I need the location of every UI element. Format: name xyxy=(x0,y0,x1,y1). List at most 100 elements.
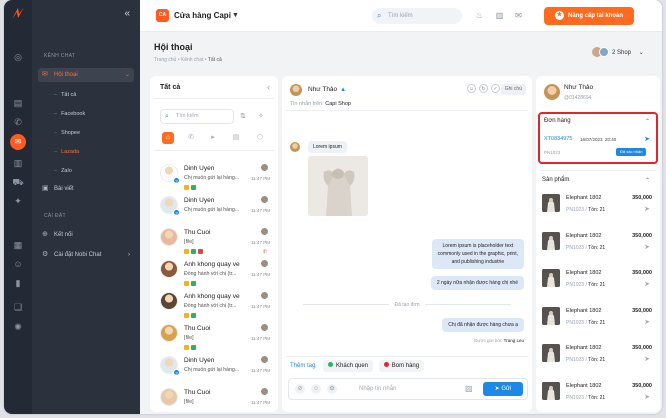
send-product-icon[interactable]: ➤ xyxy=(644,393,650,401)
send-product-icon[interactable]: ➤ xyxy=(644,280,650,288)
product-item[interactable]: Elephant 1802 350,000 PN1023 / Tồn: 21 ➤ xyxy=(540,303,656,339)
send-button[interactable]: ➤ Gửi xyxy=(483,382,523,396)
chart-icon[interactable]: ▮ xyxy=(12,278,24,288)
sidebar-item-baiviet[interactable]: ▣ Bài viết xyxy=(42,182,134,196)
note-button[interactable]: Ghi chú xyxy=(500,84,526,95)
message-time: 11:47 PM xyxy=(251,304,270,309)
collapse-sidebar-icon[interactable]: « xyxy=(124,8,130,19)
message-incoming: Lorem ipsum xyxy=(308,141,347,153)
channel-shopee-icon[interactable]: ▤ xyxy=(230,132,242,144)
tag-color-dot xyxy=(383,362,389,367)
sidebar-sub-facebook[interactable]: Facebook xyxy=(54,108,85,120)
chevron-down-icon: ⌄ xyxy=(638,50,644,56)
table-icon[interactable]: ▤ xyxy=(12,98,24,108)
send-product-icon[interactable]: ➤ xyxy=(644,243,650,251)
tag-chip[interactable]: Bom hàng xyxy=(378,360,425,372)
magic-icon[interactable]: ✦ xyxy=(12,196,24,206)
globe-icon[interactable]: ◎ xyxy=(12,52,24,62)
upgrade-account-button[interactable]: ★ Nâng cấp tài khoản xyxy=(544,7,634,25)
chat-rail-icon[interactable]: ✉ xyxy=(10,134,26,150)
channel-facebook-icon[interactable]: ✆ xyxy=(185,132,197,144)
sidebar-group-settings: CÀI ĐẶT xyxy=(44,213,66,219)
conversation-row[interactable]: Thu Cuoi [file] 11:47 PM xyxy=(154,320,274,354)
conversation-row[interactable]: Thu Cuoi [file] 11:47 PM ✆ xyxy=(154,224,274,258)
image-icon[interactable]: ▨ xyxy=(465,384,473,393)
conversation-row[interactable]: Anh khong quay ve Đồng hành với chị (tr..… xyxy=(154,288,274,322)
mail-icon[interactable]: ✉ xyxy=(513,10,524,21)
last-message: Đồng hành với chị (tr... xyxy=(184,303,237,309)
conversation-row[interactable]: 2 Dinh Uyen Chị muốn gửi lại hàng... 11:47 … xyxy=(154,352,274,386)
unread-badge: 2 xyxy=(173,369,180,376)
filter-icon[interactable]: ✧ xyxy=(258,112,264,120)
attach-icon[interactable]: ⊘ xyxy=(295,384,305,394)
check-icon[interactable]: ✓ xyxy=(491,84,500,93)
settings-gear-icon[interactable]: ✺ xyxy=(12,322,24,332)
sticker-icon[interactable]: ✿ xyxy=(327,384,337,394)
order-created-divider: Đã tạo đơn xyxy=(282,302,532,308)
add-tag-button[interactable]: Thêm tag xyxy=(290,360,315,372)
collapse-list-icon[interactable]: ‹ xyxy=(267,82,270,92)
conversation-search-input[interactable]: ⌕ Tìm kiếm xyxy=(160,109,234,124)
breadcrumb-home[interactable]: Trang chủ xyxy=(154,57,176,63)
shop-icon[interactable]: ▥ xyxy=(494,10,505,21)
sidebar-sub-zalo[interactable]: Zalo xyxy=(54,165,72,177)
message-input[interactable]: Nhập tin nhắn xyxy=(359,379,396,399)
chevron-up-icon[interactable]: ⌃ xyxy=(645,118,650,125)
document-icon[interactable]: ▦ xyxy=(12,240,24,250)
send-product-icon[interactable]: ➤ xyxy=(644,318,650,326)
send-product-icon[interactable]: ➤ xyxy=(644,355,650,363)
channel-zalo-icon[interactable]: ⬡ xyxy=(254,132,266,144)
store-icon[interactable]: ▥ xyxy=(12,158,24,168)
product-price: 350,000 xyxy=(632,270,652,276)
sidebar-sub-lazada[interactable]: Lazada xyxy=(54,146,79,158)
people-icon[interactable]: ☺ xyxy=(12,259,24,269)
product-photo-icon xyxy=(542,344,560,362)
contact-name: Thu Cuoi xyxy=(184,229,211,236)
user-icon[interactable]: ☺ xyxy=(467,84,476,93)
breadcrumb-channel[interactable]: Kênh chat xyxy=(181,57,204,63)
truck-icon[interactable]: ⛟ xyxy=(12,177,24,187)
conversation-row[interactable]: 2 Dinh Uyen Chị muốn gửi lại hàng... 11:47 … xyxy=(154,160,274,194)
channel-all-icon[interactable]: ⌂ xyxy=(162,132,174,144)
sidebar-item-ketnoi[interactable]: ⊕ Kết nối xyxy=(42,228,134,242)
sidebar-sub-all[interactable]: Tất cả xyxy=(54,89,76,101)
shop-name[interactable]: Cửa hàng Capi xyxy=(174,9,231,22)
chevron-up-icon[interactable]: ⌃ xyxy=(645,177,650,184)
conversation-row[interactable]: Thu Cuoi [file] 11:47 PM xyxy=(154,384,274,414)
bell-icon[interactable]: ♨ xyxy=(474,10,485,21)
product-item[interactable]: Elephant 1802 350,000 PN1023 / Tồn: 21 ➤ xyxy=(540,265,656,301)
shop-switcher[interactable]: 2 Shop ⌄ xyxy=(592,46,644,60)
stock-label: Tồn: xyxy=(588,207,599,213)
phone-icon[interactable]: ✆ xyxy=(12,117,24,127)
shop-avatar xyxy=(261,356,268,363)
conversation-row[interactable]: 2 Dinh Uyen Chị muốn gửi lại hàng... 11:47 … xyxy=(154,192,274,226)
channel-messenger-icon[interactable]: ▸ xyxy=(207,132,219,144)
contact-name: Dinh Uyen xyxy=(184,357,215,364)
product-item[interactable]: Elephant 1802 350,000 PN1023 / Tồn: 21 ➤ xyxy=(540,228,656,264)
send-product-icon[interactable]: ➤ xyxy=(644,205,650,213)
product-item[interactable]: Elephant 1802 350,000 PN1023 / Tồn: 21 ➤ xyxy=(540,340,656,376)
product-item[interactable]: Elephant 1802 350,000 PN1023 / Tồn: 21 ➤ xyxy=(540,190,656,226)
sort-icon[interactable]: ⇅ xyxy=(240,112,246,120)
product-thumbnail xyxy=(542,344,560,362)
product-thumbnail xyxy=(542,269,560,287)
emoji-icon[interactable]: ☺ xyxy=(311,384,321,394)
caret-down-icon[interactable]: ▼ xyxy=(232,9,239,22)
sweater-photo-icon xyxy=(308,156,368,216)
sidebar-item-hoithoai[interactable]: ✉ Hội thoại ⌄ xyxy=(38,68,134,82)
conversation-row[interactable]: Anh khong quay ve Đồng hành với chị (tr..… xyxy=(154,256,274,290)
gift-icon[interactable]: ❏ xyxy=(12,302,24,312)
order-code-link[interactable]: XT0834975 xyxy=(544,136,572,142)
customer-id: @01428694 xyxy=(564,95,592,101)
sidebar-sub-shopee[interactable]: Shopee xyxy=(54,127,80,139)
product-thumbnail xyxy=(542,194,560,212)
send-order-icon[interactable]: ➤ xyxy=(644,135,650,143)
global-search-input[interactable]: ⌕ Tìm kiếm xyxy=(372,8,462,24)
refresh-icon[interactable]: ↻ xyxy=(479,84,488,93)
product-item[interactable]: Elephant 1802 350,000 PN1023 / Tồn: 21 ➤ xyxy=(540,378,656,414)
tag-marker xyxy=(191,185,196,190)
tag-marker xyxy=(191,281,196,286)
message-image[interactable] xyxy=(308,156,368,216)
tag-chip[interactable]: Khách quen xyxy=(323,360,374,372)
sidebar-item-caidat[interactable]: ⚙ Cài đặt Nobi Chat › xyxy=(42,248,134,262)
